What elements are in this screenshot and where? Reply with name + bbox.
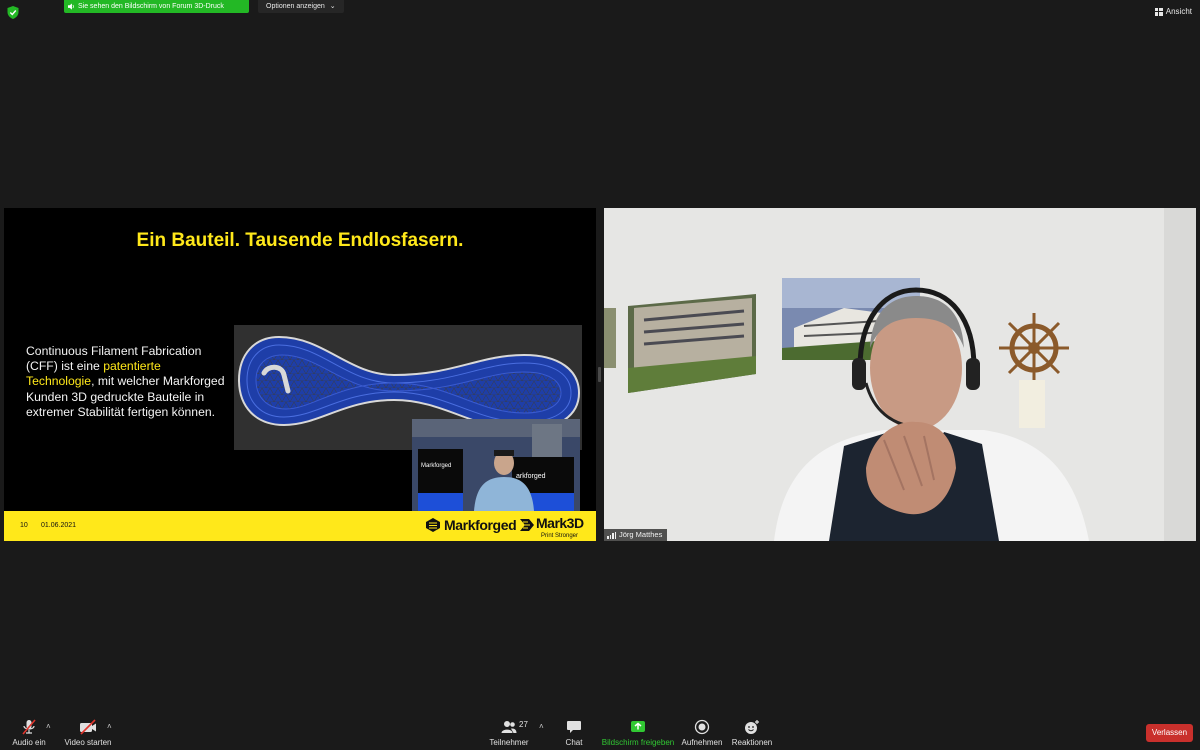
participants-icon [501, 721, 517, 733]
share-screen-icon [631, 721, 645, 732]
markforged-logo-icon [426, 518, 440, 532]
chat-button[interactable]: Chat [560, 719, 588, 747]
audio-options-caret[interactable]: ˄ [46, 722, 51, 731]
participant-name-tag: Jörg Matthes [604, 529, 668, 541]
participants-button[interactable]: 27 Teilnehmer [487, 719, 531, 747]
slide-body-text: Continuous Filament Fabrication (CFF) is… [26, 344, 226, 420]
mark3d-logo-text: Mark3D [536, 515, 584, 531]
record-label: Aufnehmen [681, 738, 723, 747]
record-icon [694, 719, 710, 735]
video-label: Video starten [64, 738, 112, 747]
view-label: Ansicht [1165, 7, 1192, 16]
record-button[interactable]: Aufnehmen [680, 719, 724, 747]
share-screen-label: Bildschirm freigeben [601, 738, 675, 747]
view-options-label: Optionen anzeigen [266, 3, 325, 10]
smiley-add-icon [745, 720, 759, 734]
slide-title: Ein Bauteil. Tausende Endlosfasern. [136, 230, 464, 251]
reactions-button[interactable]: Reaktionen [731, 719, 773, 747]
chat-bubble-icon [567, 721, 581, 733]
participants-options-caret[interactable]: ˄ [539, 722, 544, 731]
presenter-pip-scene: Markforged arkforged [412, 419, 580, 511]
video-options-caret[interactable]: ˄ [107, 722, 112, 731]
microphone-muted-icon [22, 719, 36, 735]
security-shield-icon[interactable] [7, 6, 19, 19]
split-view-handle[interactable] [598, 367, 601, 382]
presenter-pip-video: Markforged arkforged [412, 419, 580, 511]
markforged-logo: Markforged [426, 517, 517, 533]
chat-label: Chat [565, 738, 583, 747]
view-options-button[interactable]: Optionen anzeigen ⌄ [258, 0, 344, 13]
slide-footer: 10 01.06.2021 Markforged Mark3D Print St… [4, 511, 596, 541]
mark3d-logo: Mark3D Print Stronger [519, 515, 584, 539]
audio-label: Audio ein [12, 738, 46, 747]
share-screen-button[interactable]: Bildschirm freigeben [601, 719, 675, 747]
audio-button[interactable]: Audio ein [10, 719, 48, 747]
slide-date: 01.06.2021 [41, 522, 77, 529]
camera-off-icon [80, 719, 96, 735]
speaker-icon [68, 3, 74, 10]
participants-count: 27 [519, 720, 528, 729]
mark3d-logo-icon [520, 519, 534, 531]
reactions-label: Reaktionen [731, 738, 773, 747]
shared-screen[interactable]: Ein Bauteil. Tausende Endlosfasern. Cont… [4, 208, 596, 541]
slide-page-number: 10 [20, 522, 28, 529]
participant-video-feed [604, 208, 1196, 541]
mark3d-tagline: Print Stronger [541, 533, 579, 539]
view-button[interactable]: Ansicht [1154, 7, 1192, 16]
screen-share-banner: Sie sehen den Bildschirm von Forum 3D-Dr… [64, 0, 249, 13]
leave-meeting-button[interactable]: Verlassen [1146, 724, 1193, 742]
markforged-logo-text: Markforged [444, 517, 517, 533]
participants-label: Teilnehmer [489, 738, 529, 747]
chevron-down-icon: ⌄ [329, 3, 336, 10]
share-banner-text: Sie sehen den Bildschirm von Forum 3D-Dr… [78, 3, 224, 10]
connection-signal-icon [607, 531, 616, 539]
pip-sign-markforged: Markforged [421, 463, 451, 469]
participant-video-tile[interactable]: Jörg Matthes [604, 208, 1196, 541]
participant-name: Jörg Matthes [619, 530, 663, 539]
pip-sign-markforged-2: arkforged [516, 473, 546, 480]
grid-view-icon [1154, 7, 1163, 16]
